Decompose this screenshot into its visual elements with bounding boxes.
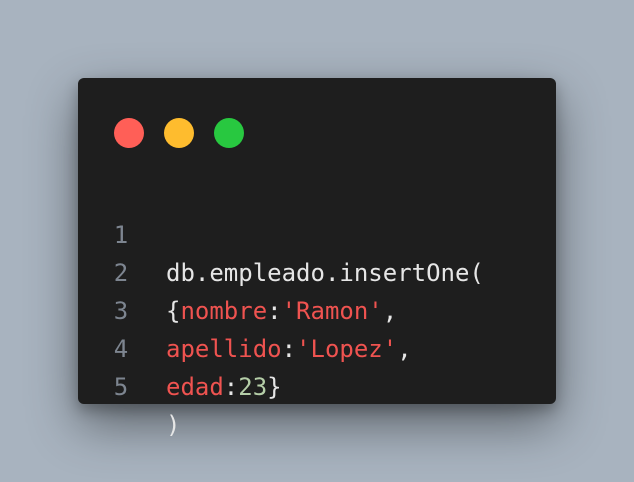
maximize-button[interactable] — [214, 118, 244, 148]
line-text: edad:23} — [166, 368, 282, 406]
code-window: 1 db.empleado.insertOne( 2 {nombre:'Ramo… — [78, 78, 556, 439]
code-token: ) — [166, 411, 181, 439]
code-token: } — [267, 373, 282, 401]
code-line-1: 1 db.empleado.insertOne( — [78, 178, 556, 287]
line-number: 5 — [113, 373, 129, 401]
code-token: : — [223, 373, 239, 401]
line-text: ) — [166, 406, 180, 444]
window-controls — [114, 118, 244, 148]
code-line-3: 3 apellido:'Lopez', — [78, 254, 556, 363]
code-key: edad — [166, 373, 224, 401]
code-number: 23 — [238, 373, 268, 401]
code-line-5: 5 ) — [78, 330, 556, 439]
code-line-2: 2 {nombre:'Ramon', — [78, 216, 556, 325]
code-line-4: 4 edad:23} — [78, 292, 556, 401]
minimize-button[interactable] — [164, 118, 194, 148]
close-button[interactable] — [114, 118, 144, 148]
code-block: 1 db.empleado.insertOne( 2 {nombre:'Ramo… — [78, 178, 556, 439]
